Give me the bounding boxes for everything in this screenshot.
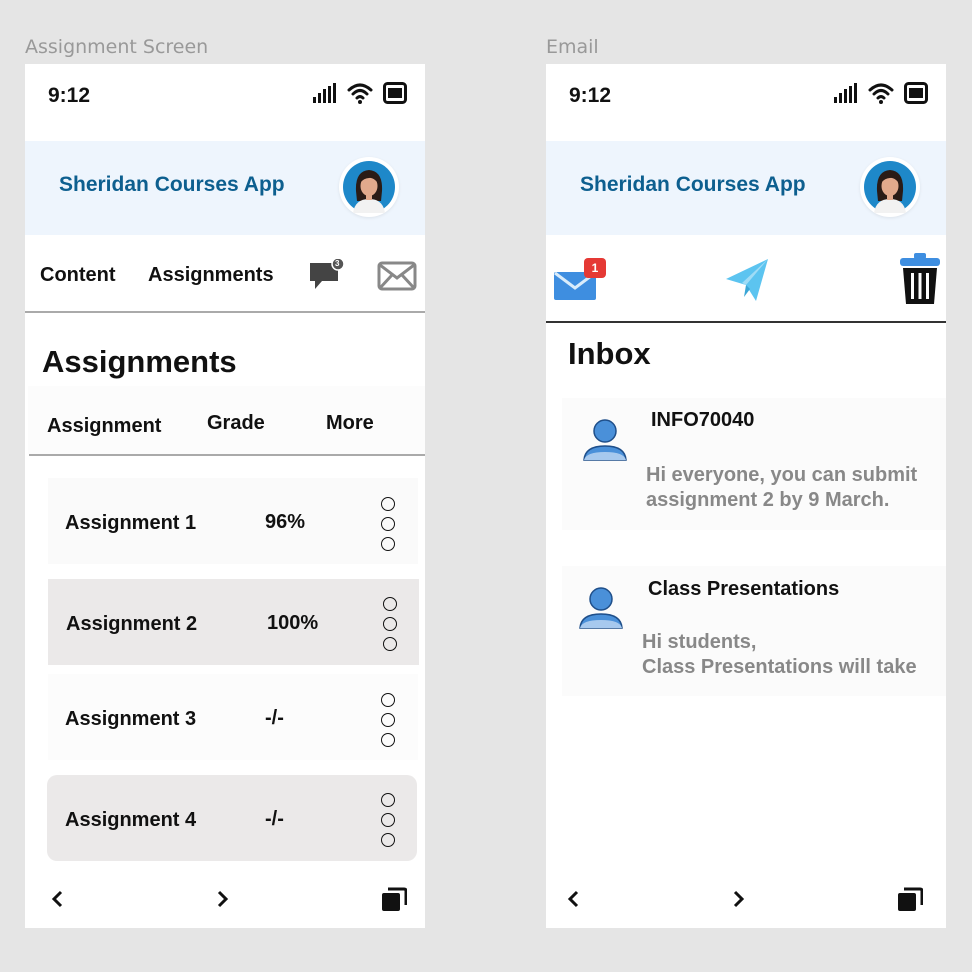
status-icons: [313, 82, 407, 104]
message-preview: Hi students, Class Presentations will ta…: [642, 631, 917, 678]
more-options-icon[interactable]: [383, 597, 399, 651]
table-row[interactable]: Assignment 4 -/-: [47, 775, 417, 861]
message-preview: Hi everyone, you can submit assignment 2…: [646, 464, 918, 511]
inbox-badge: 1: [584, 258, 606, 278]
user-icon: [583, 419, 627, 461]
app-header: Sheridan Courses App: [25, 141, 425, 235]
assignment-name: Assignment 3: [65, 708, 197, 730]
app-title: Sheridan Courses App: [59, 173, 285, 196]
nav-divider: [25, 311, 425, 313]
column-more: More: [326, 412, 374, 434]
more-options-icon[interactable]: [381, 497, 397, 551]
table-row[interactable]: Assignment 1 96%: [48, 478, 418, 564]
mail-button[interactable]: [377, 261, 417, 296]
signal-icon: [834, 83, 857, 103]
assignment-grade: 96%: [265, 511, 306, 533]
more-options-icon[interactable]: [381, 693, 397, 747]
avatar[interactable]: [339, 157, 399, 217]
table-row[interactable]: Assignment 3 -/-: [48, 674, 418, 760]
message-subject: Class Presentations: [648, 578, 840, 600]
profile-avatar-icon: [343, 161, 395, 213]
column-assignment: Assignment: [47, 415, 162, 437]
chevron-left-icon[interactable]: [51, 890, 65, 908]
list-item[interactable]: Class Presentations Hi students, Class P…: [562, 566, 946, 696]
email-screen-label: Email: [546, 36, 599, 58]
status-icons: [834, 82, 928, 104]
column-grade: Grade: [207, 412, 265, 434]
assignment-grade: -/-: [265, 808, 284, 830]
battery-icon: [383, 82, 407, 104]
delete-button[interactable]: [898, 252, 942, 311]
mail-icon: [377, 261, 417, 291]
assignment-grade: 100%: [267, 612, 319, 634]
wifi-icon: [868, 83, 894, 104]
table-header-divider: [29, 454, 425, 456]
trash-icon: [900, 253, 940, 304]
inbox-button[interactable]: 1: [552, 258, 612, 306]
app-header: Sheridan Courses App: [546, 141, 946, 235]
tab-content[interactable]: Content: [40, 264, 116, 287]
table-row[interactable]: Assignment 2 100%: [48, 579, 419, 665]
chat-badge: 3: [335, 259, 340, 268]
assignment-name: Assignment 1: [65, 512, 197, 534]
user-icon: [579, 587, 623, 629]
assignment-screen: 9:12 Sheridan Courses App Content Assign…: [25, 64, 425, 928]
email-screen: 9:12 Sheridan Courses App 1 Inbox INFO70…: [546, 64, 946, 928]
more-options-icon[interactable]: [381, 793, 397, 847]
page-title: Assignments: [42, 344, 237, 379]
status-time: 9:12: [48, 84, 91, 107]
send-button[interactable]: [724, 257, 772, 310]
battery-icon: [904, 82, 928, 104]
tab-assignments[interactable]: Assignments: [148, 264, 274, 287]
windows-icon[interactable]: [381, 886, 407, 912]
page-title: Inbox: [568, 336, 651, 371]
send-icon: [726, 259, 768, 301]
list-item[interactable]: INFO70040 Hi everyone, you can submit as…: [562, 398, 946, 530]
assignment-name: Assignment 4: [65, 809, 197, 831]
signal-icon: [313, 83, 336, 103]
chevron-right-icon[interactable]: [731, 890, 745, 908]
assignment-grade: -/-: [265, 707, 284, 729]
profile-avatar-icon: [864, 161, 916, 213]
chevron-right-icon[interactable]: [215, 890, 229, 908]
chevron-left-icon[interactable]: [567, 890, 581, 908]
wifi-icon: [347, 83, 373, 104]
toolbar-divider: [546, 321, 946, 323]
message-subject: INFO70040: [651, 409, 755, 431]
app-title: Sheridan Courses App: [580, 173, 806, 196]
chat-button[interactable]: 3: [308, 257, 345, 300]
windows-icon[interactable]: [897, 886, 923, 912]
status-time: 9:12: [569, 84, 612, 107]
assignment-screen-label: Assignment Screen: [25, 36, 209, 58]
avatar[interactable]: [860, 157, 920, 217]
assignment-name: Assignment 2: [66, 613, 198, 635]
